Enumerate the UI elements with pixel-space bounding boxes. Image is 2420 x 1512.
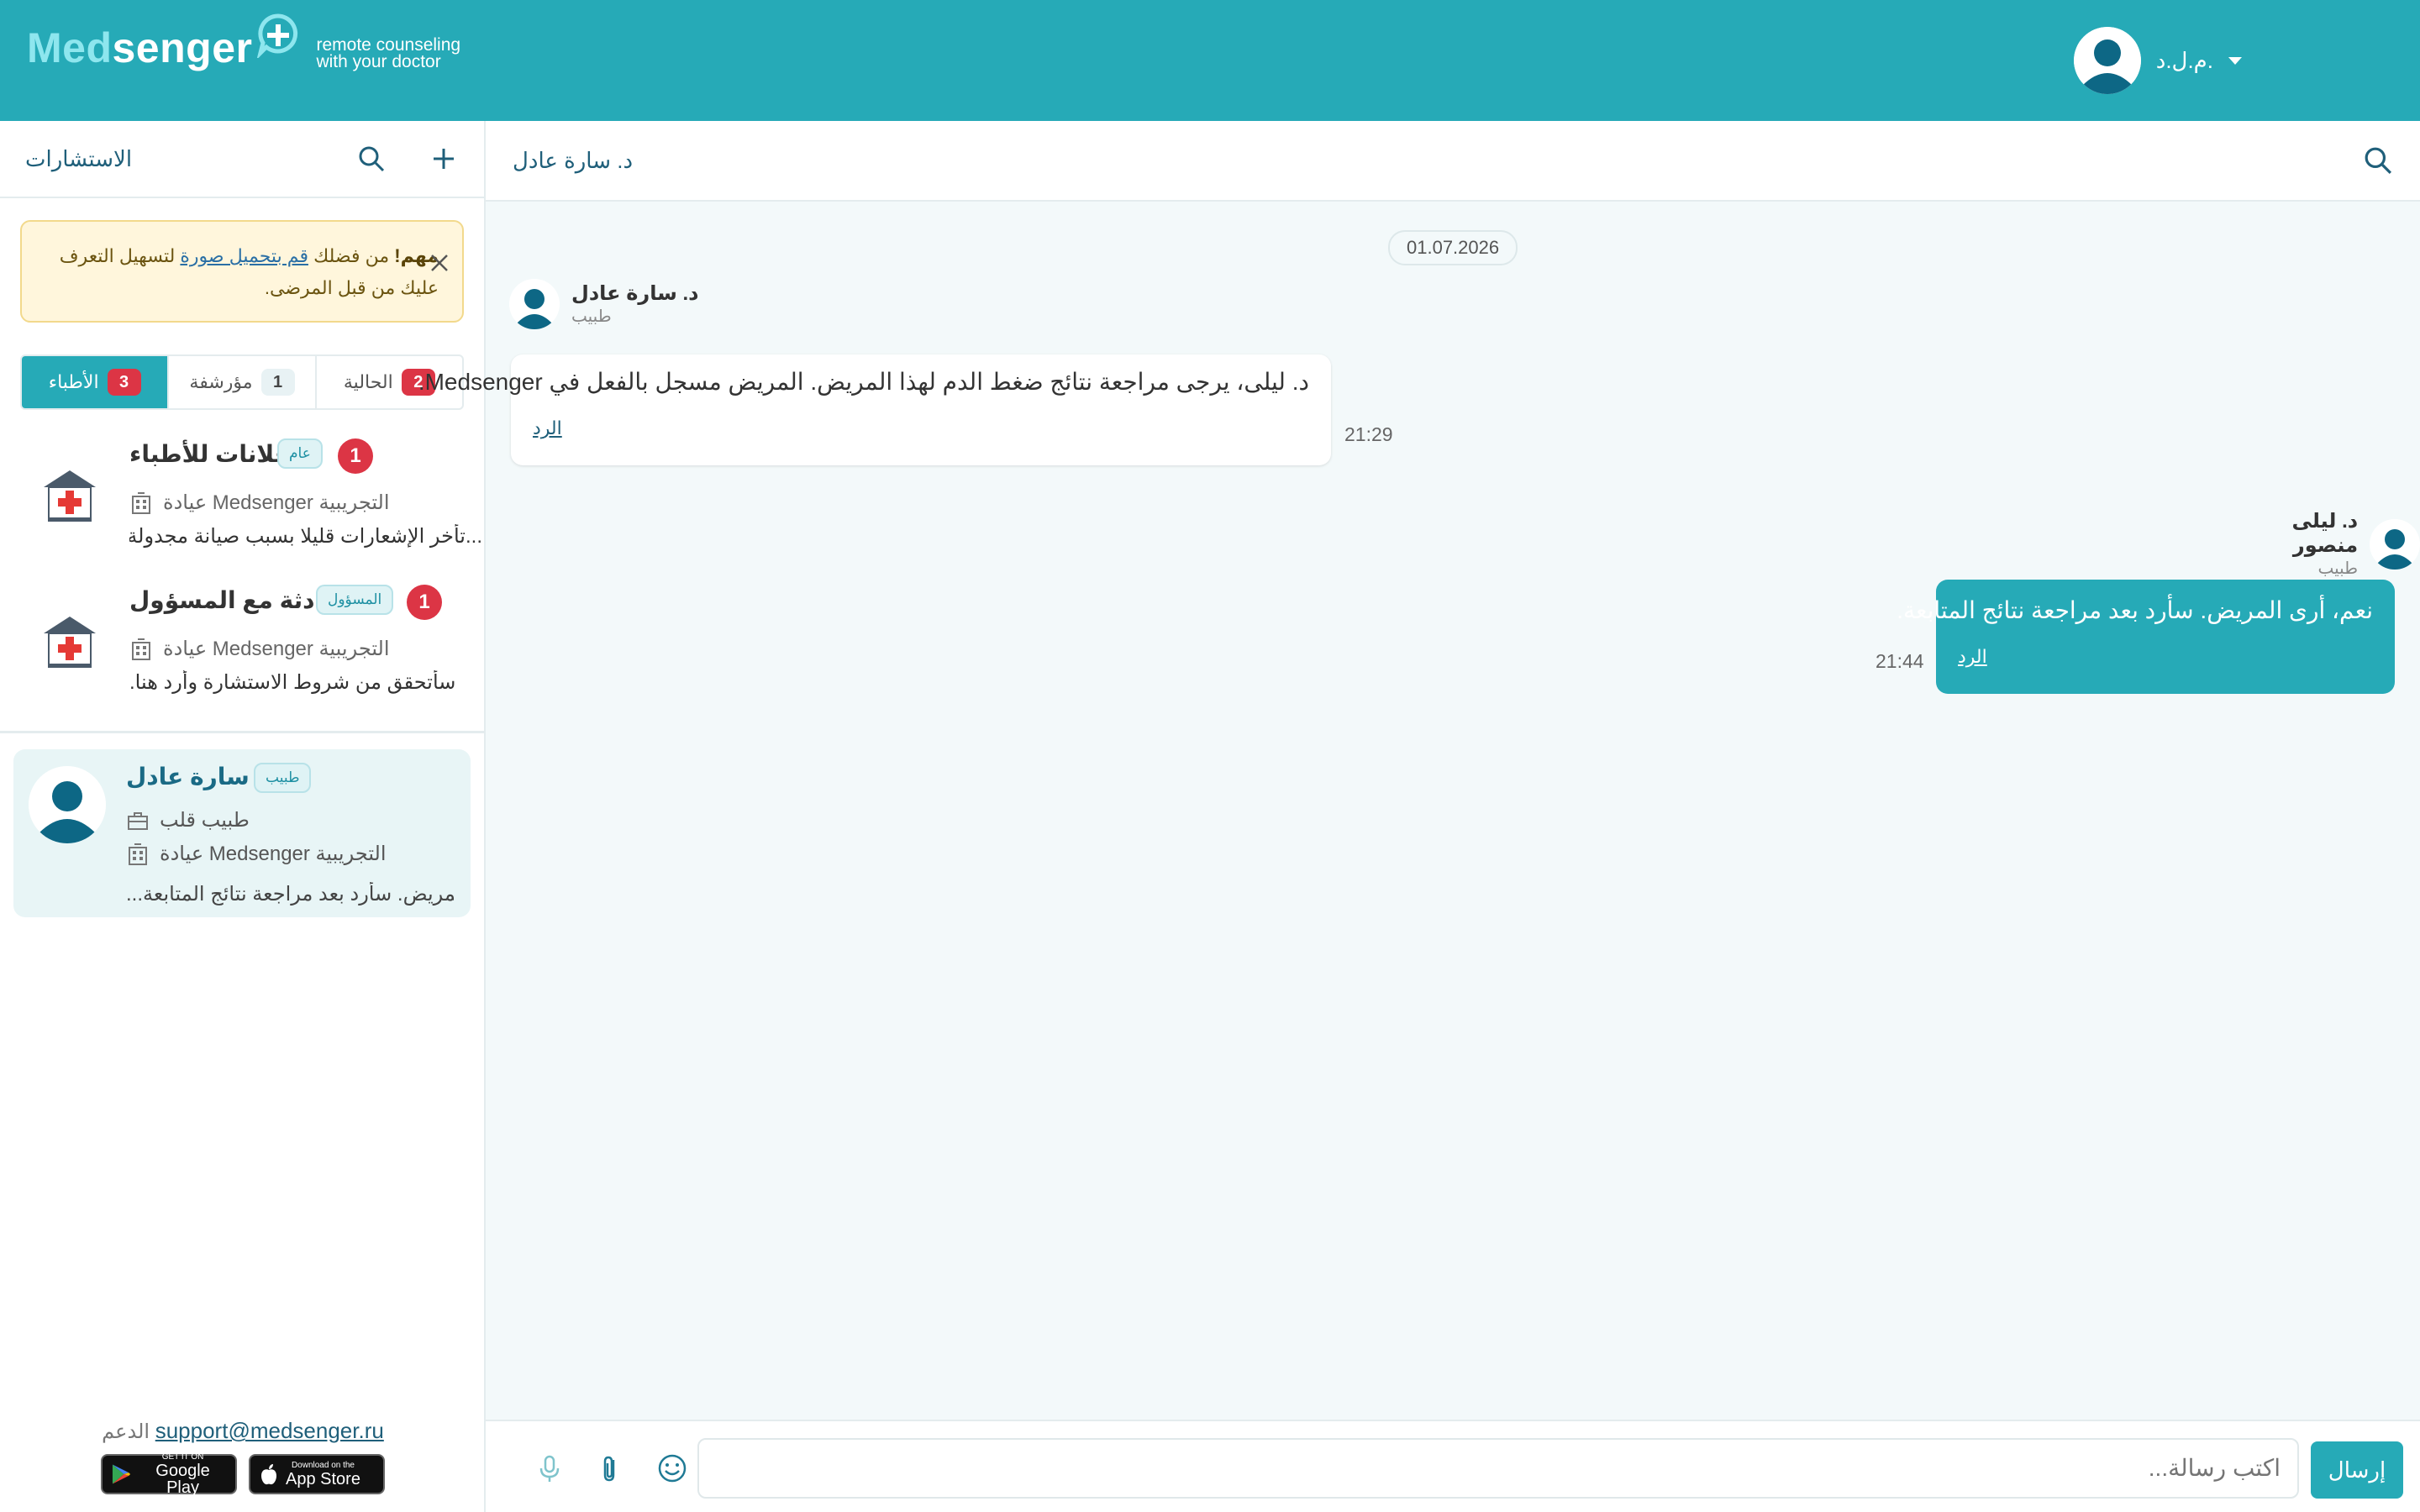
user-name: م.ل.د. — [2155, 47, 2213, 73]
message-text: د. ليلى، يرجى مراجعة نتائج ضغط الدم لهذا… — [418, 369, 1309, 395]
chat-header: د. سارة عادل — [486, 121, 2420, 202]
close-icon[interactable] — [427, 250, 452, 276]
microphone-icon[interactable] — [533, 1452, 566, 1485]
search-icon[interactable] — [2363, 145, 2393, 176]
upload-photo-link[interactable]: قم بتحميل صورة — [180, 245, 308, 266]
message-preview: ...تأخر الإشعارات قليلا بسبب صيانة مجدول… — [129, 525, 482, 548]
logo-tagline: remote counseling with your doctor — [316, 35, 461, 71]
top-header: Medsenger remote counseling with your do… — [0, 0, 2420, 121]
tab-count-badge: 3 — [107, 369, 141, 396]
add-icon[interactable] — [429, 144, 459, 174]
clinic-name: عيادة Medsenger التجريبية — [160, 843, 387, 865]
support-label: الدعم — [102, 1420, 150, 1443]
conversation-tabs: الأطباء 3 مؤرشفة 1 الحالية 2 — [20, 354, 464, 410]
date-separator: 01.07.2026 — [1388, 230, 1518, 265]
google-play-icon — [112, 1464, 131, 1484]
avatar — [2073, 27, 2141, 94]
building-icon — [132, 638, 150, 660]
user-menu[interactable]: م.ل.د. — [2073, 27, 2242, 94]
sender-role: طبيب — [571, 307, 612, 326]
message-text: نعم، أرى المريض. سأرد بعد مراجعة نتائج ا… — [1897, 597, 2373, 623]
hospital-icon — [44, 617, 96, 668]
logo-prefix: Med — [27, 24, 113, 71]
chat-panel: د. سارة عادل 01.07.2026 د. سارة عادل طبي… — [418, 121, 2420, 1512]
category-tag: عام — [277, 438, 323, 469]
sender-role: طبيب — [2317, 559, 2359, 578]
list-item[interactable]: 1 المسؤول محادثة مع المسؤول عيادة Medsen… — [25, 583, 462, 709]
briefcase-icon — [128, 811, 148, 830]
sidebar-header: الاستشارات — [0, 121, 484, 198]
divider — [0, 731, 486, 733]
sidebar-title: الاستشارات — [25, 145, 133, 171]
unread-badge: 1 — [338, 438, 373, 474]
sender-name: د. سارة عادل — [571, 282, 699, 305]
message-sender: د. سارة عادل طبيب — [509, 279, 698, 329]
message-bubble: نعم، أرى المريض. سأرد بعد مراجعة نتائج ا… — [1897, 580, 2395, 694]
tab-archived[interactable]: مؤرشفة 1 — [169, 356, 317, 408]
message-input[interactable] — [697, 1438, 2299, 1499]
message-preview: ...المريض. سأرد بعد مراجعة نتائج المتابع… — [126, 883, 454, 906]
chat-title: د. سارة عادل — [513, 147, 634, 173]
reply-link[interactable]: الرد — [1958, 646, 1987, 668]
selected-conversation[interactable]: طبيب د. سارة عادل طبيب قلب عيادة Medseng… — [13, 749, 471, 917]
emoji-icon[interactable] — [655, 1452, 689, 1485]
chat-plus-icon — [257, 13, 298, 58]
sidebar: الاستشارات مهم! من فضلك قم بتحميل صورة ل… — [0, 121, 486, 1512]
message-time: 21:29 — [1344, 423, 1393, 445]
message-bubble: د. ليلى، يرجى مراجعة نتائج ضغط الدم لهذا… — [418, 354, 1331, 465]
tab-doctors[interactable]: الأطباء 3 — [22, 356, 170, 408]
doctor-name: د. سارة عادل — [126, 764, 275, 790]
apple-icon — [261, 1464, 276, 1485]
avatar — [509, 279, 560, 329]
message-composer: إرسال — [486, 1420, 2420, 1512]
sidebar-footer: الدعم support@medsenger.ru GET IT ON Goo… — [0, 1418, 486, 1496]
clinic-name: عيادة Medsenger التجريبية — [163, 638, 390, 660]
sender-name: د. ليلى منصور — [2291, 510, 2359, 557]
message-preview: سأتحقق من شروط الاستشارة وأرد هنا. — [129, 671, 456, 694]
building-icon — [132, 491, 150, 514]
message-time: 21:44 — [1876, 650, 1924, 672]
upload-photo-alert: مهم! من فضلك قم بتحميل صورة لتسهيل التعر… — [20, 220, 464, 323]
medsenger-logo[interactable]: Medsenger remote counseling with your do… — [27, 13, 461, 72]
role-tag: طبيب — [254, 763, 312, 793]
specialty: طبيب قلب — [160, 809, 250, 832]
message-sender: د. ليلى منصور طبيب — [2222, 509, 2420, 579]
list-item[interactable]: 1 عام إعلانات للأطباء عيادة Medsenger ال… — [25, 437, 482, 563]
tab-count-badge: 1 — [260, 369, 295, 396]
avatar — [29, 766, 106, 843]
unread-badge: 1 — [407, 585, 442, 620]
clinic-name: عيادة Medsenger التجريبية — [163, 491, 390, 514]
app-store-badge[interactable]: Download on the App Store — [249, 1454, 385, 1494]
conversation-name: إعلانات للأطباء — [129, 441, 299, 467]
reply-link[interactable]: الرد — [533, 417, 562, 439]
hospital-icon — [44, 470, 96, 522]
avatar — [2370, 518, 2420, 570]
send-button[interactable]: إرسال — [2311, 1441, 2403, 1499]
logo-suffix: senger — [112, 24, 253, 71]
support-email-link[interactable]: support@medsenger.ru — [155, 1418, 384, 1443]
building-icon — [129, 843, 147, 865]
google-play-badge[interactable]: GET IT ON Google Play — [101, 1452, 237, 1496]
paperclip-icon[interactable] — [593, 1452, 627, 1485]
search-icon[interactable] — [356, 144, 387, 174]
chevron-down-icon — [2228, 56, 2242, 65]
category-tag: المسؤول — [316, 585, 394, 615]
